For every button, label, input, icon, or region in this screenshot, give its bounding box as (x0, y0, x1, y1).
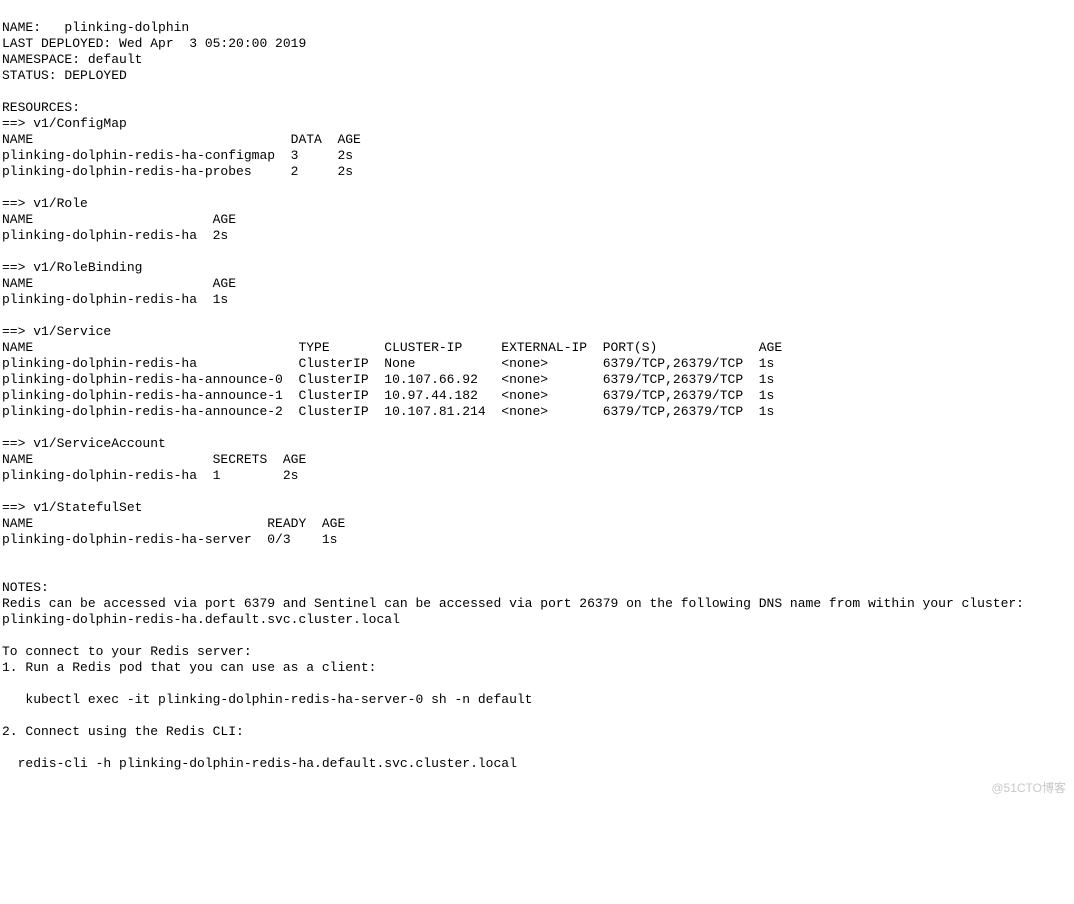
notes-line-0: Redis can be accessed via port 6379 and … (2, 596, 1024, 611)
role-row-0: plinking-dolphin-redis-ha 2s (2, 228, 228, 243)
header-name: NAME: plinking-dolphin (2, 20, 189, 35)
service-heading: ==> v1/Service (2, 324, 111, 339)
configmap-heading: ==> v1/ConfigMap (2, 116, 127, 131)
watermark-text: @51CTO博客 (991, 780, 1066, 796)
header-namespace: NAMESPACE: default (2, 52, 142, 67)
terminal-output: NAME: plinking-dolphin LAST DEPLOYED: We… (2, 20, 1072, 772)
service-row-0: plinking-dolphin-redis-ha ClusterIP None… (2, 356, 774, 371)
configmap-row-1: plinking-dolphin-redis-ha-probes 2 2s (2, 164, 353, 179)
service-headers: NAME TYPE CLUSTER-IP EXTERNAL-IP PORT(S)… (2, 340, 782, 355)
statefulset-headers: NAME READY AGE (2, 516, 345, 531)
configmap-headers: NAME DATA AGE (2, 132, 361, 147)
configmap-row-0: plinking-dolphin-redis-ha-configmap 3 2s (2, 148, 353, 163)
rolebinding-headers: NAME AGE (2, 276, 236, 291)
rolebinding-row-0: plinking-dolphin-redis-ha 1s (2, 292, 228, 307)
notes-line-6: redis-cli -h plinking-dolphin-redis-ha.d… (2, 756, 517, 771)
notes-heading: NOTES: (2, 580, 49, 595)
notes-line-3: 1. Run a Redis pod that you can use as a… (2, 660, 376, 675)
service-row-2: plinking-dolphin-redis-ha-announce-1 Clu… (2, 388, 774, 403)
notes-line-1: plinking-dolphin-redis-ha.default.svc.cl… (2, 612, 400, 627)
header-status: STATUS: DEPLOYED (2, 68, 127, 83)
service-row-3: plinking-dolphin-redis-ha-announce-2 Clu… (2, 404, 774, 419)
role-heading: ==> v1/Role (2, 196, 88, 211)
serviceaccount-headers: NAME SECRETS AGE (2, 452, 306, 467)
notes-line-2: To connect to your Redis server: (2, 644, 252, 659)
statefulset-heading: ==> v1/StatefulSet (2, 500, 142, 515)
resources-heading: RESOURCES: (2, 100, 80, 115)
rolebinding-heading: ==> v1/RoleBinding (2, 260, 142, 275)
serviceaccount-heading: ==> v1/ServiceAccount (2, 436, 166, 451)
role-headers: NAME AGE (2, 212, 236, 227)
serviceaccount-row-0: plinking-dolphin-redis-ha 1 2s (2, 468, 298, 483)
statefulset-row-0: plinking-dolphin-redis-ha-server 0/3 1s (2, 532, 337, 547)
service-row-1: plinking-dolphin-redis-ha-announce-0 Clu… (2, 372, 774, 387)
notes-line-4: kubectl exec -it plinking-dolphin-redis-… (2, 692, 533, 707)
header-last-deployed: LAST DEPLOYED: Wed Apr 3 05:20:00 2019 (2, 36, 306, 51)
notes-line-5: 2. Connect using the Redis CLI: (2, 724, 244, 739)
